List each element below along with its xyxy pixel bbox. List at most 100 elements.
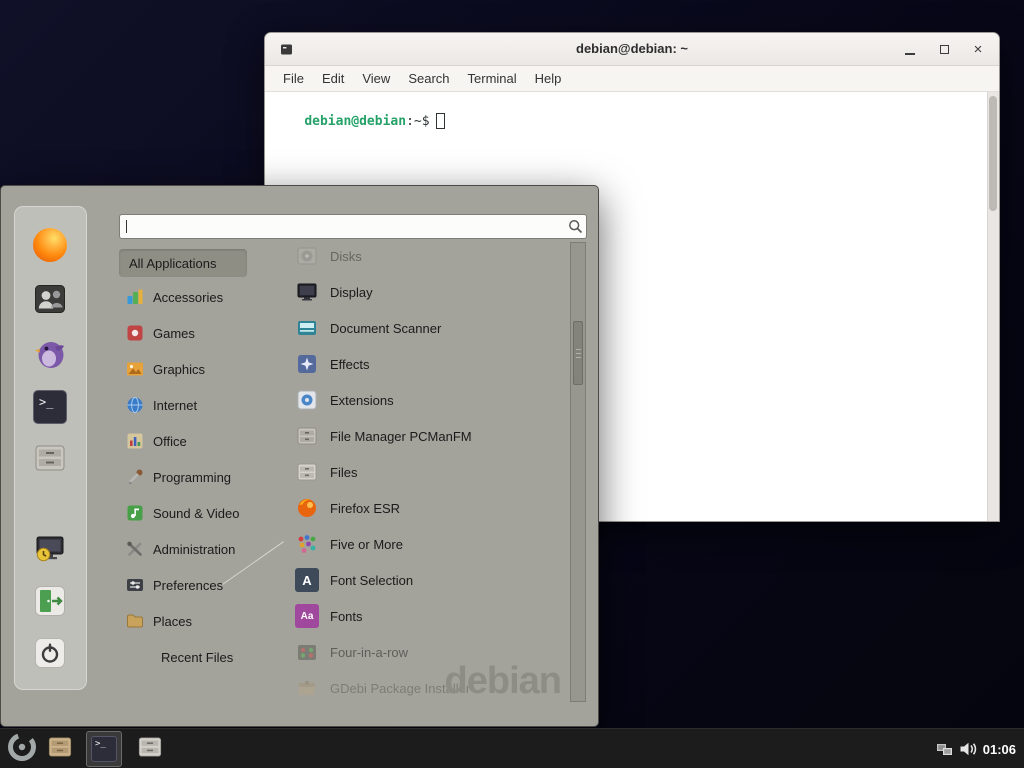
category-label: Games xyxy=(153,326,195,341)
file-manager-icon xyxy=(33,462,67,479)
minimize-icon xyxy=(905,53,915,55)
favorite-users-app[interactable] xyxy=(33,282,67,316)
files-launcher[interactable] xyxy=(132,731,168,767)
graphics-icon xyxy=(125,359,145,379)
firefox-icon xyxy=(295,496,319,520)
app-fonts[interactable]: Aa Fonts xyxy=(286,601,570,631)
package-box-icon xyxy=(295,676,319,700)
app-files[interactable]: Files xyxy=(286,457,570,487)
firefox-icon xyxy=(33,228,67,262)
app-label: Files xyxy=(330,465,357,480)
terminal-titlebar[interactable]: debian@debian: ~ × xyxy=(265,33,999,66)
favorite-file-manager[interactable] xyxy=(33,441,67,475)
scrollbar-grip xyxy=(576,349,581,350)
close-button[interactable]: × xyxy=(965,33,991,66)
app-label: Font Selection xyxy=(330,573,413,588)
app-document-scanner[interactable]: Document Scanner xyxy=(286,313,570,343)
category-all-applications[interactable]: All Applications xyxy=(119,249,247,277)
app-label: Fonts xyxy=(330,609,363,624)
category-places[interactable]: Places xyxy=(119,606,269,636)
disks-icon xyxy=(295,244,319,268)
favorite-chat-app[interactable] xyxy=(33,337,67,371)
category-preferences[interactable]: Preferences xyxy=(119,570,269,600)
sound-video-icon xyxy=(125,503,145,523)
terminal-icon: >_ xyxy=(33,390,67,424)
maximize-button[interactable] xyxy=(931,33,957,66)
menu-terminal[interactable]: Terminal xyxy=(459,66,526,92)
favorite-terminal[interactable]: >_ xyxy=(33,390,67,424)
terminal-scrollbar[interactable] xyxy=(987,92,999,521)
category-recent-files[interactable]: Recent Files xyxy=(119,642,269,672)
app-effects[interactable]: Effects xyxy=(286,349,570,379)
category-internet[interactable]: Internet xyxy=(119,390,269,420)
category-label: Accessories xyxy=(153,290,223,305)
purple-bird-icon xyxy=(33,358,67,375)
category-label: Places xyxy=(153,614,192,629)
applications-menu: >_ All Applications Accessories Games xyxy=(0,185,599,727)
menu-button[interactable] xyxy=(4,731,40,767)
search-icon xyxy=(568,219,583,239)
app-font-selection[interactable]: A Font Selection xyxy=(286,565,570,595)
category-label: Graphics xyxy=(153,362,205,377)
clock[interactable]: 01:06 xyxy=(983,729,1016,768)
prompt-path: :~$ xyxy=(406,114,429,129)
terminal-cursor xyxy=(436,113,445,129)
app-disks[interactable]: Disks xyxy=(286,241,570,271)
category-label: Programming xyxy=(153,470,231,485)
minimize-button[interactable] xyxy=(897,33,923,66)
monitor-clock-icon xyxy=(33,553,67,570)
category-accessories[interactable]: Accessories xyxy=(119,282,269,312)
apps-scrollbar[interactable] xyxy=(570,242,586,702)
terminal-scrollbar-thumb[interactable] xyxy=(989,96,997,211)
terminal-launcher[interactable]: >_ xyxy=(86,731,122,767)
file-manager-launcher[interactable] xyxy=(42,731,78,767)
favorite-lock-screen[interactable] xyxy=(33,532,67,566)
app-display[interactable]: Display xyxy=(286,277,570,307)
programming-icon xyxy=(125,467,145,487)
terminal-menubar: File Edit View Search Terminal Help xyxy=(265,66,999,92)
menu-view[interactable]: View xyxy=(353,66,399,92)
debian-watermark: debian xyxy=(445,660,561,703)
office-icon xyxy=(125,431,145,451)
favorite-firefox[interactable] xyxy=(33,228,67,262)
administration-tools-icon xyxy=(125,539,145,559)
category-administration[interactable]: Administration xyxy=(119,534,269,564)
category-programming[interactable]: Programming xyxy=(119,462,269,492)
terminal-icon: >_ xyxy=(91,736,117,762)
app-label: File Manager PCManFM xyxy=(330,429,472,444)
category-office[interactable]: Office xyxy=(119,426,269,456)
places-folder-icon xyxy=(125,611,145,631)
menu-search[interactable]: Search xyxy=(399,66,458,92)
menu-file[interactable]: File xyxy=(274,66,313,92)
close-icon: × xyxy=(974,42,983,57)
app-label: Extensions xyxy=(330,393,394,408)
category-label: Preferences xyxy=(153,578,223,593)
apps-scrollbar-thumb[interactable] xyxy=(573,321,583,385)
app-five-or-more[interactable]: Five or More xyxy=(286,529,570,559)
favorite-logout[interactable] xyxy=(33,584,67,618)
category-label: Recent Files xyxy=(161,650,233,665)
colored-dots-icon xyxy=(295,532,319,556)
app-firefox-esr[interactable]: Firefox ESR xyxy=(286,493,570,523)
category-label: Sound & Video xyxy=(153,506,240,521)
volume-tray-icon[interactable] xyxy=(959,741,978,762)
category-graphics[interactable]: Graphics xyxy=(119,354,269,384)
scanner-icon xyxy=(295,316,319,340)
category-label: Internet xyxy=(153,398,197,413)
app-label: Four-in-a-row xyxy=(330,645,408,660)
logout-icon xyxy=(33,605,67,622)
category-sound-video[interactable]: Sound & Video xyxy=(119,498,269,528)
app-label: Effects xyxy=(330,357,370,372)
menu-logo-icon xyxy=(7,732,37,767)
menu-edit[interactable]: Edit xyxy=(313,66,353,92)
extensions-gear-icon xyxy=(295,388,319,412)
app-label: Document Scanner xyxy=(330,321,441,336)
network-tray-icon[interactable] xyxy=(936,742,954,763)
category-games[interactable]: Games xyxy=(119,318,269,348)
search-input[interactable] xyxy=(119,214,587,239)
app-pcmanfm[interactable]: File Manager PCManFM xyxy=(286,421,570,451)
category-label: All Applications xyxy=(129,256,216,271)
app-extensions[interactable]: Extensions xyxy=(286,385,570,415)
menu-help[interactable]: Help xyxy=(526,66,571,92)
favorite-shutdown[interactable] xyxy=(33,636,67,670)
